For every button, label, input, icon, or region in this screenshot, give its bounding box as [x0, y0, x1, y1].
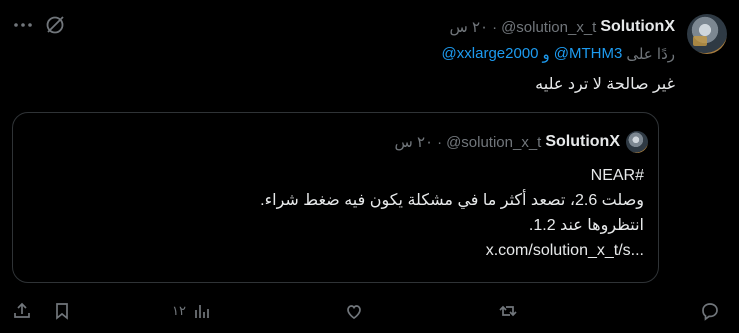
author-handle[interactable]: @solution_x_t	[501, 19, 596, 36]
bookmark-button[interactable]	[52, 300, 72, 322]
retweet-button[interactable]	[498, 300, 518, 322]
author-avatar[interactable]	[687, 14, 727, 54]
action-bar: ١٢	[0, 296, 739, 326]
reply-prefix: ردًا على	[626, 46, 675, 63]
time-separator: ·	[492, 18, 498, 36]
share-icon	[14, 302, 30, 318]
like-button[interactable]	[344, 300, 364, 322]
quoted-hashtag[interactable]: #NEAR	[34, 163, 644, 188]
tweet-time[interactable]: ٢٠ س	[449, 18, 488, 36]
views-button[interactable]: ١٢	[172, 300, 212, 322]
quoted-time-separator: ·	[437, 133, 443, 151]
quoted-line: انتظروها عند 1.2.	[528, 217, 644, 234]
quoted-tweet-time: ٢٠ س	[394, 134, 434, 151]
tweet-text: غير صالحة لا ترد عليه	[535, 76, 675, 93]
quoted-author-handle: @solution_x_t	[446, 133, 542, 151]
tweet-card[interactable]: SolutionX @solution_x_t · ٢٠ س ردًا على …	[0, 0, 739, 333]
mention-joiner: و	[542, 46, 550, 63]
share-button[interactable]	[12, 300, 32, 322]
like-icon	[347, 305, 361, 320]
grok-icon[interactable]	[44, 14, 66, 36]
mention-link-2[interactable]: @xxlarge2000	[442, 45, 539, 63]
bookmark-icon	[56, 303, 68, 320]
mention-link-1[interactable]: @MTHM3	[554, 45, 623, 63]
author-name[interactable]: SolutionX	[600, 18, 675, 36]
quoted-line: وصلت 2.6، تصعد أكثر ما في مشكلة يكون فيه…	[260, 192, 644, 209]
quoted-author-name: SolutionX	[545, 133, 620, 150]
quoted-tweet-text: #NEAR وصلت 2.6، تصعد أكثر ما في مشكلة يك…	[34, 163, 644, 263]
reply-icon	[702, 303, 718, 321]
retweet-icon	[499, 305, 517, 317]
views-count: ١٢	[172, 303, 186, 318]
more-horizontal-icon[interactable]	[12, 14, 34, 36]
quoted-author-avatar	[626, 131, 648, 153]
quoted-tweet-header: SolutionX @solution_x_t · ٢٠ س	[394, 133, 620, 151]
tweet-header: SolutionX @solution_x_t · ٢٠ س	[449, 16, 675, 38]
quoted-tweet[interactable]: SolutionX @solution_x_t · ٢٠ س #NEAR وصل…	[12, 112, 659, 283]
reply-context: ردًا على @MTHM3 و @xxlarge2000	[442, 45, 675, 63]
quoted-link[interactable]: x.com/solution_x_t/s...	[34, 238, 644, 263]
reply-button[interactable]	[700, 300, 720, 322]
views-icon	[195, 305, 209, 318]
